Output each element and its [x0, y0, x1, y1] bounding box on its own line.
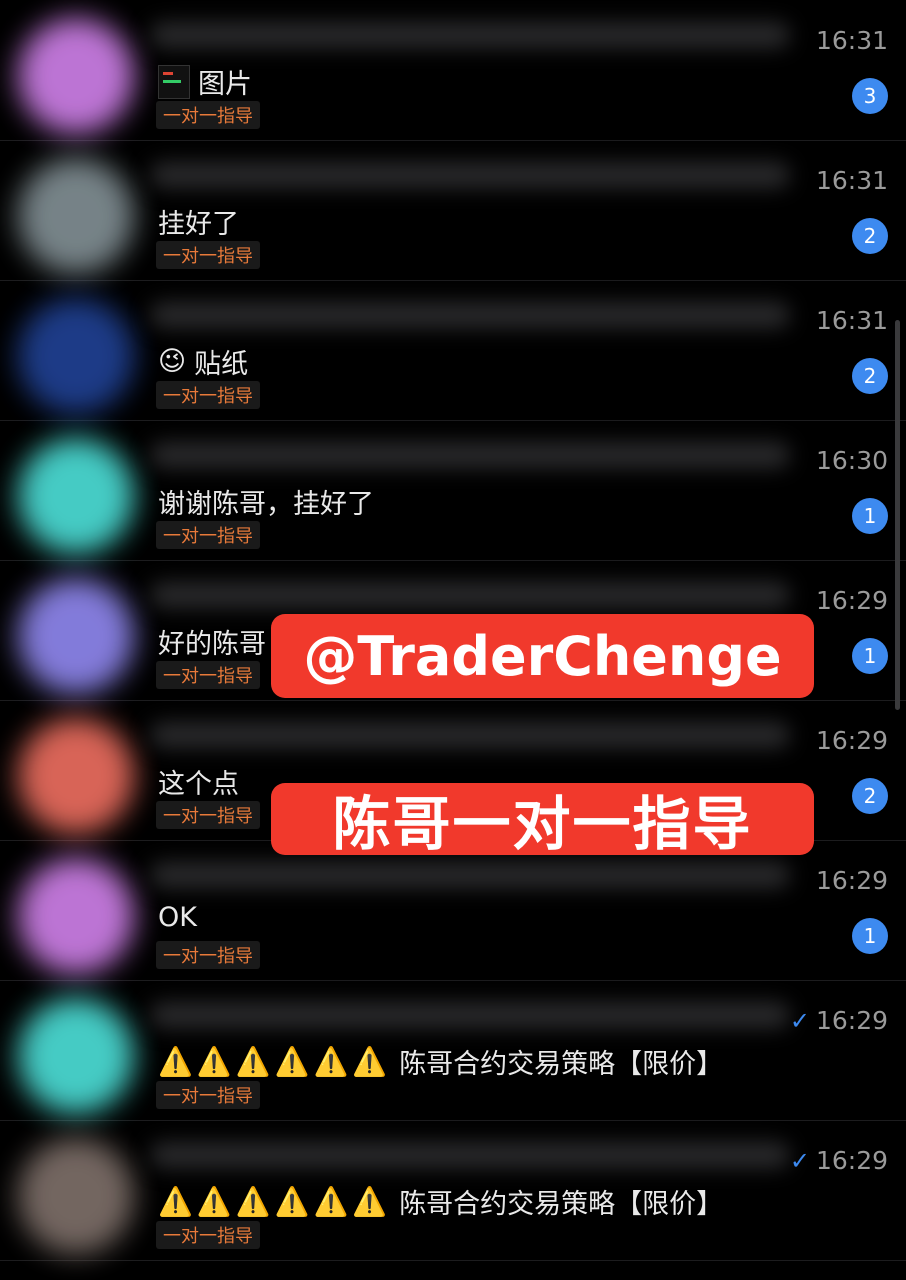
time-text: 16:31 [815, 26, 888, 55]
warning-icon: ⚠️⚠️⚠️⚠️⚠️⚠️ [158, 1045, 392, 1078]
time-text: 16:31 [815, 306, 888, 335]
avatar [18, 438, 134, 554]
folder-tag: 一对一指导 [156, 521, 260, 549]
message-preview: ⚠️⚠️⚠️⚠️⚠️⚠️ 陈哥合约交易策略【限价】 [158, 1182, 723, 1221]
timestamp: 16:31 [816, 306, 888, 335]
avatar [18, 858, 134, 974]
message-preview: 这个点 [158, 762, 239, 801]
redacted-name [150, 722, 790, 748]
preview-text: 这个点 [158, 769, 239, 800]
sent-check-icon: ✓ [789, 1006, 810, 1035]
unread-badge: 2 [852, 778, 888, 814]
preview-text: 陈哥合约交易策略【限价】 [399, 1189, 724, 1220]
time-text: 16:29 [815, 586, 888, 615]
unread-badge: 1 [852, 918, 888, 954]
folder-tag: 一对一指导 [156, 101, 260, 129]
watermark-caption: 陈哥一对一指导 [271, 783, 814, 858]
message-preview: OK [158, 902, 197, 933]
folder-tag: 一对一指导 [156, 941, 260, 969]
timestamp: 16:29 [816, 866, 888, 895]
folder-tag: 一对一指导 [156, 1221, 260, 1249]
avatar [18, 1138, 134, 1254]
timestamp: 16:29 [816, 586, 888, 615]
chat-row[interactable]: OK 一对一指导 16:29 1 [0, 840, 906, 981]
folder-tag: 一对一指导 [156, 801, 260, 829]
time-text: 16:30 [815, 446, 888, 475]
redacted-name [150, 862, 790, 888]
message-preview: ⚠️⚠️⚠️⚠️⚠️⚠️ 陈哥合约交易策略【限价】 [158, 1042, 723, 1081]
folder-tag: 一对一指导 [156, 661, 260, 689]
folder-tag: 一对一指导 [156, 381, 260, 409]
redacted-name [150, 442, 790, 468]
scrollbar[interactable] [895, 320, 900, 710]
timestamp: ✓ 16:29 [790, 1006, 888, 1035]
watermark-handle: @TraderChenge [271, 614, 814, 698]
time-text: 16:29 [815, 726, 888, 755]
time-text: 16:29 [815, 1006, 888, 1035]
redacted-name [150, 302, 790, 328]
timestamp: 16:31 [816, 26, 888, 55]
chat-row[interactable]: 谢谢陈哥，挂好了 一对一指导 16:30 1 [0, 420, 906, 561]
preview-text: 贴纸 [194, 349, 249, 380]
timestamp: 16:29 [816, 726, 888, 755]
redacted-name [150, 162, 790, 188]
unread-badge: 1 [852, 638, 888, 674]
timestamp: 16:31 [816, 166, 888, 195]
wink-emoji-icon: 😉 [158, 346, 187, 377]
unread-badge: 3 [852, 78, 888, 114]
preview-text: 挂好了 [158, 209, 239, 240]
preview-text: 谢谢陈哥，挂好了 [158, 489, 374, 520]
message-preview: 好的陈哥 [158, 622, 266, 661]
preview-text: 图片 [198, 69, 252, 100]
sent-check-icon: ✓ [789, 1146, 810, 1175]
avatar [18, 158, 134, 274]
timestamp: ✓ 16:29 [790, 1146, 888, 1175]
preview-text: 好的陈哥 [158, 629, 266, 660]
folder-tag: 一对一指导 [156, 1081, 260, 1109]
time-text: 16:31 [815, 166, 888, 195]
time-text: 16:29 [815, 866, 888, 895]
avatar [18, 998, 134, 1114]
time-text: 16:29 [815, 1146, 888, 1175]
avatar [18, 298, 134, 414]
avatar [18, 578, 134, 694]
folder-tag: 一对一指导 [156, 241, 260, 269]
message-preview: 图片 [158, 62, 252, 101]
redacted-name [150, 1002, 790, 1028]
unread-badge: 1 [852, 498, 888, 534]
redacted-name [150, 22, 790, 48]
message-preview: 😉 贴纸 [158, 342, 248, 381]
warning-icon: ⚠️⚠️⚠️⚠️⚠️⚠️ [158, 1185, 392, 1218]
avatar [18, 718, 134, 834]
chat-row[interactable]: ⚠️⚠️⚠️⚠️⚠️⚠️ 陈哥合约交易策略【限价】 一对一指导 ✓ 16:29 [0, 980, 906, 1121]
redacted-name [150, 582, 790, 608]
chat-row[interactable]: 图片 一对一指导 16:31 3 [0, 0, 906, 141]
message-preview: 挂好了 [158, 202, 239, 241]
preview-text: 陈哥合约交易策略【限价】 [399, 1049, 724, 1080]
unread-badge: 2 [852, 358, 888, 394]
message-preview: 谢谢陈哥，挂好了 [158, 482, 374, 521]
preview-text: OK [158, 902, 197, 933]
timestamp: 16:30 [816, 446, 888, 475]
chat-row[interactable]: ⚠️⚠️⚠️⚠️⚠️⚠️ 陈哥合约交易策略【限价】 一对一指导 ✓ 16:29 [0, 1120, 906, 1261]
image-thumbnail-icon [158, 64, 190, 99]
redacted-name [150, 1142, 790, 1168]
avatar [18, 18, 134, 134]
chat-row[interactable]: 😉 贴纸 一对一指导 16:31 2 [0, 280, 906, 421]
unread-badge: 2 [852, 218, 888, 254]
chat-row[interactable]: 挂好了 一对一指导 16:31 2 [0, 140, 906, 281]
